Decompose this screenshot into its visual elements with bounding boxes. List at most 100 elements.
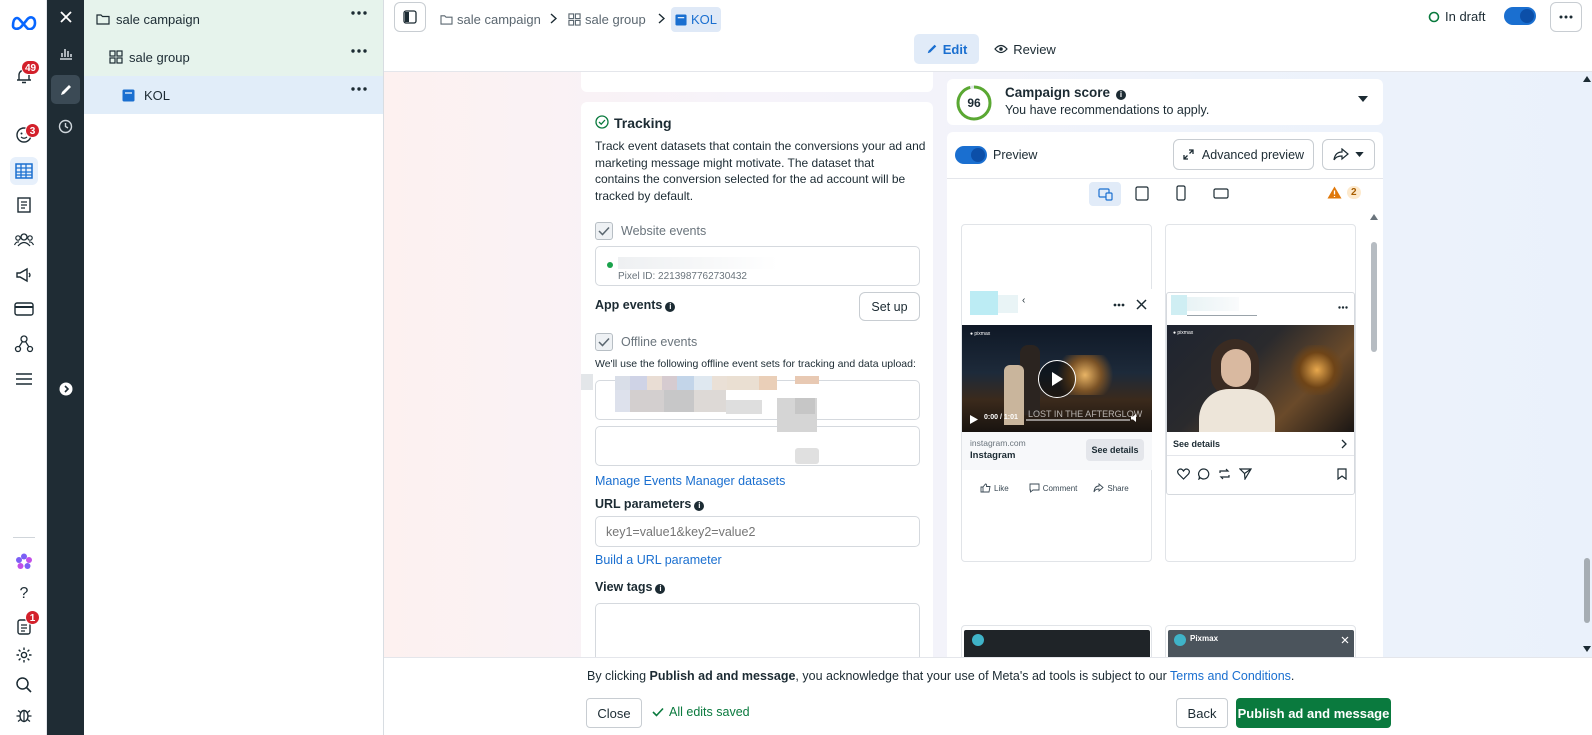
publish-toggle[interactable] (1504, 7, 1536, 25)
url-parameters-input[interactable] (595, 516, 920, 547)
check-circle-icon (595, 115, 609, 129)
preview-warnings[interactable]: 2 (1327, 186, 1361, 199)
preview-peek-left[interactable] (961, 625, 1152, 657)
more-options-icon[interactable] (1338, 306, 1348, 309)
avatar-redacted (1171, 295, 1187, 315)
preview-toggle[interactable] (955, 146, 987, 164)
preview-instagram-stream[interactable]: ‹ ● pixmax LOST IN THE AFTERGLOW 0:00 / … (961, 224, 1152, 562)
more-options-icon[interactable] (1113, 303, 1125, 307)
settings-gear-icon[interactable] (10, 641, 38, 669)
video-caption: LOST IN THE AFTERGLOW (1028, 409, 1143, 419)
close-editor-icon[interactable] (51, 2, 80, 31)
folder-icon (96, 13, 110, 25)
preview-toggle-label: Preview (993, 148, 1038, 162)
repost-icon[interactable] (1218, 468, 1231, 480)
play-small-icon[interactable] (970, 415, 978, 424)
ad-video[interactable]: ● pixmax LOST IN THE AFTERGLOW 0:00 / 1:… (962, 325, 1152, 432)
breadcrumb-adset[interactable]: sale group (568, 7, 646, 32)
bookmark-icon[interactable] (1337, 468, 1347, 480)
comment-icon[interactable] (1198, 468, 1210, 480)
build-url-parameter-link[interactable]: Build a URL parameter (595, 553, 722, 567)
bug-report-icon[interactable] (10, 701, 38, 729)
expand-panel-icon[interactable] (51, 374, 80, 403)
megaphone-icon[interactable] (10, 261, 38, 289)
edit-mode-tab[interactable]: Edit (914, 34, 979, 64)
offline-events-checkbox[interactable] (595, 333, 613, 351)
placement-banner-icon[interactable] (1213, 188, 1229, 199)
publish-label: Publish ad and message (1237, 705, 1390, 721)
search-icon[interactable] (10, 671, 38, 699)
tree-item-campaign[interactable]: sale campaign (84, 0, 383, 38)
tree-item-ad[interactable]: KOL (84, 76, 383, 114)
caret-down-icon[interactable] (1358, 96, 1368, 102)
publish-button[interactable]: Publish ad and message (1236, 698, 1391, 728)
manage-datasets-link[interactable]: Manage Events Manager datasets (595, 474, 785, 488)
play-icon[interactable] (1038, 360, 1076, 398)
preview-scrollbar[interactable] (1370, 214, 1378, 644)
history-clock-icon[interactable] (51, 112, 80, 141)
share-action[interactable]: Share (1093, 483, 1129, 493)
all-tools-menu-icon[interactable] (10, 365, 38, 393)
meta-logo-icon[interactable] (10, 8, 38, 36)
feed-cta-bar[interactable]: See details (1167, 432, 1354, 456)
editor-tool-column (47, 0, 84, 735)
see-details-button[interactable]: See details (1086, 439, 1144, 461)
preview-peek-right[interactable]: Pixmax (1165, 625, 1356, 657)
notice-text: . (1290, 669, 1295, 683)
help-question-icon[interactable]: ? (10, 580, 38, 608)
ai-flower-icon[interactable] (10, 548, 38, 576)
info-icon[interactable]: i (694, 501, 705, 511)
edit-pencil-icon[interactable] (51, 75, 80, 104)
view-tags-input[interactable] (595, 603, 920, 657)
back-button[interactable]: Back (1176, 698, 1228, 728)
audiences-icon[interactable] (10, 226, 38, 254)
breadcrumb-campaign[interactable]: sale campaign (440, 7, 541, 32)
advanced-preview-button[interactable]: Advanced preview (1173, 139, 1314, 170)
more-options-icon[interactable] (351, 87, 367, 91)
send-icon[interactable] (1239, 468, 1252, 480)
pixel-field[interactable]: Pixel ID: 2213987762730432 (595, 246, 920, 286)
more-options-icon[interactable] (351, 49, 367, 53)
performance-chart-icon[interactable] (51, 38, 80, 67)
comment-action[interactable]: Comment (1029, 483, 1077, 493)
heart-icon[interactable] (1177, 468, 1190, 480)
volume-icon[interactable] (1130, 413, 1140, 423)
billing-card-icon[interactable] (10, 295, 38, 323)
toggle-sidebar-button[interactable] (394, 2, 426, 32)
close-icon[interactable] (1341, 636, 1349, 644)
info-icon[interactable]: i (665, 302, 676, 312)
set-up-button[interactable]: Set up (859, 292, 920, 321)
like-action[interactable]: Like (980, 483, 1009, 493)
info-icon[interactable]: i (655, 584, 666, 594)
more-actions-button[interactable] (1550, 2, 1582, 32)
eye-icon (994, 44, 1008, 54)
placement-all-icon[interactable] (1089, 182, 1121, 206)
page-scrollbar[interactable] (1583, 72, 1592, 657)
info-icon[interactable]: i (1116, 90, 1127, 100)
close-button[interactable]: Close (586, 698, 642, 728)
grid-icon (109, 50, 123, 64)
feed-image[interactable]: ● pixmax (1167, 325, 1354, 432)
tree-item-adset[interactable]: sale group (84, 38, 383, 76)
business-network-icon[interactable] (10, 330, 38, 358)
share-preview-button[interactable] (1322, 139, 1375, 170)
close-icon[interactable] (1136, 299, 1147, 310)
pages-icon[interactable] (10, 191, 38, 219)
preview-instagram-feed[interactable]: ● pixmax See details (1165, 224, 1356, 562)
publish-footer: By clicking Publish ad and message, you … (384, 657, 1592, 735)
placement-feed-icon[interactable] (1135, 186, 1149, 201)
feed-post: ● pixmax See details (1166, 292, 1355, 495)
avatar (1174, 634, 1186, 646)
more-options-icon[interactable] (351, 11, 367, 15)
breadcrumb-ad[interactable]: KOL (671, 7, 722, 32)
offline-events-label: Offline events (621, 335, 698, 349)
tracking-description: Track event datasets that contain the co… (595, 138, 927, 204)
ads-manager-table-icon[interactable] (10, 157, 38, 185)
website-events-checkbox[interactable] (595, 222, 613, 240)
terms-link[interactable]: Terms and Conditions (1170, 669, 1291, 683)
campaign-score-panel[interactable]: 96 Campaign score i You have recommendati… (947, 79, 1383, 125)
review-mode-tab[interactable]: Review (989, 34, 1061, 64)
tracking-section: Tracking Track event datasets that conta… (581, 102, 933, 657)
video-progress[interactable] (1026, 419, 1130, 421)
placement-story-icon[interactable] (1176, 185, 1186, 201)
